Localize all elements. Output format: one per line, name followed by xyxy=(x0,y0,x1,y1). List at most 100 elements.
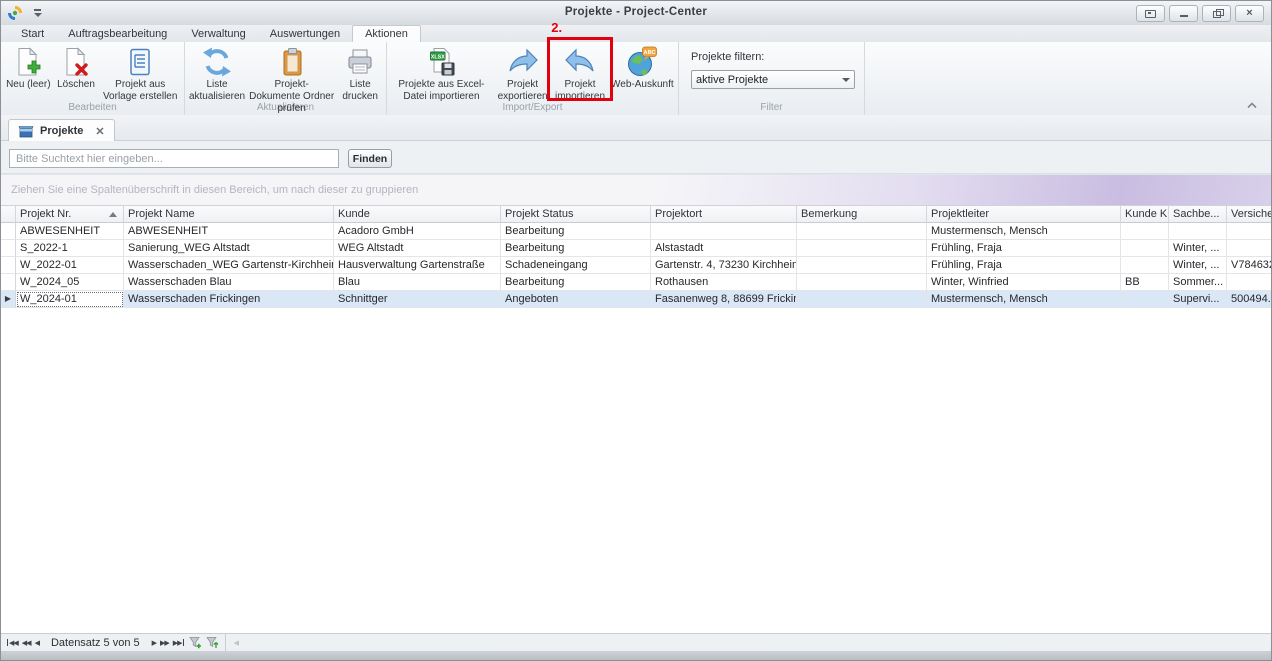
fullscreen-button[interactable] xyxy=(1136,5,1165,22)
cell[interactable]: 500494... xyxy=(1227,291,1271,308)
cell[interactable]: Supervi... xyxy=(1169,291,1227,308)
column-header-projekt-name[interactable]: Projekt Name xyxy=(124,206,334,223)
cell[interactable]: ABWESENHEIT xyxy=(124,223,334,240)
cell[interactable]: Winter, ... xyxy=(1169,257,1227,274)
cell[interactable]: Bearbeitung xyxy=(501,223,651,240)
cell[interactable]: Frühling, Fraja xyxy=(927,240,1121,257)
cell[interactable]: BB xyxy=(1121,274,1169,291)
cell[interactable]: V784632 xyxy=(1227,257,1271,274)
nav-prev-page-button[interactable]: ◀◀ xyxy=(22,639,31,647)
tab-auswertungen[interactable]: Auswertungen xyxy=(258,26,352,42)
delete-project-button[interactable]: Löschen xyxy=(54,44,99,100)
column-header-sachbe[interactable]: Sachbe... xyxy=(1169,206,1227,223)
tab-start[interactable]: Start xyxy=(9,26,56,42)
cell[interactable] xyxy=(651,223,797,240)
cell[interactable]: Winter, Winfried xyxy=(927,274,1121,291)
cell[interactable] xyxy=(1169,223,1227,240)
projects-filter-select[interactable]: aktive Projekte xyxy=(691,70,855,89)
cell[interactable]: Winter, ... xyxy=(1169,240,1227,257)
cell[interactable]: Schnittger xyxy=(334,291,501,308)
table-row[interactable]: W_2022-01 Wasserschaden_WEG Gartenstr-Ki… xyxy=(1,257,1271,274)
import-projects-from-excel-button[interactable]: XLSX Projekte aus Excel-Datei importiere… xyxy=(389,44,494,100)
search-input[interactable] xyxy=(9,149,339,168)
table-row[interactable]: ABWESENHEIT ABWESENHEIT Acadoro GmbH Bea… xyxy=(1,223,1271,240)
cell[interactable] xyxy=(797,240,927,257)
close-tab-icon[interactable]: ✕ xyxy=(95,125,104,138)
cell[interactable]: W_2022-01 xyxy=(16,257,124,274)
nav-next-button[interactable]: ▶ xyxy=(152,639,156,647)
web-auskunft-button[interactable]: ABC Web-Auskunft xyxy=(609,44,676,100)
cell[interactable]: Wasserschaden_WEG Gartenstr-Kirchheim xyxy=(124,257,334,274)
cell[interactable]: WEG Altstadt xyxy=(334,240,501,257)
cell[interactable]: Mustermensch, Mensch xyxy=(927,291,1121,308)
find-button[interactable]: Finden xyxy=(348,149,392,168)
cell[interactable]: Wasserschaden Frickingen xyxy=(124,291,334,308)
nav-first-button[interactable]: ◀◀ xyxy=(6,639,18,647)
cell[interactable]: Angeboten xyxy=(501,291,651,308)
export-project-button[interactable]: Projekt exportieren xyxy=(494,44,551,100)
close-button[interactable]: × xyxy=(1235,5,1264,22)
restore-button[interactable] xyxy=(1202,5,1231,22)
nav-prev-button[interactable]: ◀ xyxy=(35,639,39,647)
cell[interactable] xyxy=(797,274,927,291)
cell[interactable]: ABWESENHEIT xyxy=(16,223,124,240)
table-row-selected[interactable]: ▶ W_2024-01 Wasserschaden Frickingen Sch… xyxy=(1,291,1271,308)
cell[interactable]: Schadeneingang xyxy=(501,257,651,274)
collapse-ribbon-icon[interactable] xyxy=(1245,100,1259,110)
check-documents-folder-button[interactable]: Projekt-Dokumente Ordner prüfen xyxy=(247,44,336,100)
cell[interactable]: Acadoro GmbH xyxy=(334,223,501,240)
hscroll-left-arrow[interactable]: ◀ xyxy=(234,639,239,647)
group-by-drop-zone[interactable]: Ziehen Sie eine Spaltenüberschrift in di… xyxy=(1,174,1271,206)
project-from-template-button[interactable]: Projekt aus Vorlage erstellen xyxy=(98,44,182,100)
cell[interactable]: Frühling, Fraja xyxy=(927,257,1121,274)
column-header-projekt-nr[interactable]: Projekt Nr. xyxy=(16,206,124,223)
cell[interactable]: Gartenstr. 4, 73230 Kirchheim xyxy=(651,257,797,274)
cell[interactable]: Blau xyxy=(334,274,501,291)
cell[interactable]: Fasanenweg 8, 88699 Frickingen xyxy=(651,291,797,308)
cell[interactable] xyxy=(1121,291,1169,308)
cell[interactable]: Mustermensch, Mensch xyxy=(927,223,1121,240)
cell[interactable] xyxy=(1227,223,1271,240)
cell[interactable] xyxy=(797,257,927,274)
cell[interactable]: Sanierung_WEG Altstadt xyxy=(124,240,334,257)
tab-aktionen[interactable]: Aktionen xyxy=(352,25,421,43)
cell[interactable]: Wasserschaden Blau xyxy=(124,274,334,291)
minimize-button[interactable] xyxy=(1169,5,1198,22)
doc-tab-projekte[interactable]: Projekte ✕ xyxy=(8,119,115,142)
cell[interactable]: Alstastadt xyxy=(651,240,797,257)
cell[interactable]: Rothausen xyxy=(651,274,797,291)
cell[interactable]: W_2024_05 xyxy=(16,274,124,291)
import-project-button[interactable]: 2. Projekt importieren xyxy=(551,44,608,100)
cell[interactable] xyxy=(1227,240,1271,257)
column-header-kunde-k[interactable]: Kunde K... xyxy=(1121,206,1169,223)
column-header-projektort[interactable]: Projektort xyxy=(651,206,797,223)
table-row[interactable]: W_2024_05 Wasserschaden Blau Blau Bearbe… xyxy=(1,274,1271,291)
cell[interactable] xyxy=(1227,274,1271,291)
column-header-versiche[interactable]: Versiche... xyxy=(1227,206,1271,223)
cell[interactable] xyxy=(797,223,927,240)
refresh-list-button[interactable]: Liste aktualisieren xyxy=(187,44,247,100)
tab-auftragsbearbeitung[interactable]: Auftragsbearbeitung xyxy=(56,26,179,42)
cell[interactable]: Sommer... xyxy=(1169,274,1227,291)
cell[interactable] xyxy=(797,291,927,308)
tab-verwaltung[interactable]: Verwaltung xyxy=(179,26,257,42)
cell[interactable] xyxy=(1121,223,1169,240)
cell-focused[interactable]: W_2024-01 xyxy=(16,291,124,308)
edit-filter-icon[interactable] xyxy=(206,636,219,649)
cell[interactable]: Hausverwaltung Gartenstraße xyxy=(334,257,501,274)
add-filter-icon[interactable] xyxy=(189,636,202,649)
column-header-projektleiter[interactable]: Projektleiter xyxy=(927,206,1121,223)
nav-next-page-button[interactable]: ▶▶ xyxy=(160,639,169,647)
cell[interactable] xyxy=(1121,257,1169,274)
cell[interactable]: Bearbeitung xyxy=(501,240,651,257)
cell[interactable]: S_2022-1 xyxy=(16,240,124,257)
column-header-projekt-status[interactable]: Projekt Status xyxy=(501,206,651,223)
cell[interactable]: Bearbeitung xyxy=(501,274,651,291)
cell[interactable] xyxy=(1121,240,1169,257)
table-row[interactable]: S_2022-1 Sanierung_WEG Altstadt WEG Alts… xyxy=(1,240,1271,257)
nav-last-button[interactable]: ▶▶ xyxy=(173,639,185,647)
column-header-kunde[interactable]: Kunde xyxy=(334,206,501,223)
column-header-bemerkung[interactable]: Bemerkung xyxy=(797,206,927,223)
print-list-button[interactable]: Liste drucken xyxy=(336,44,384,100)
new-project-button[interactable]: Neu (leer) xyxy=(3,44,54,100)
